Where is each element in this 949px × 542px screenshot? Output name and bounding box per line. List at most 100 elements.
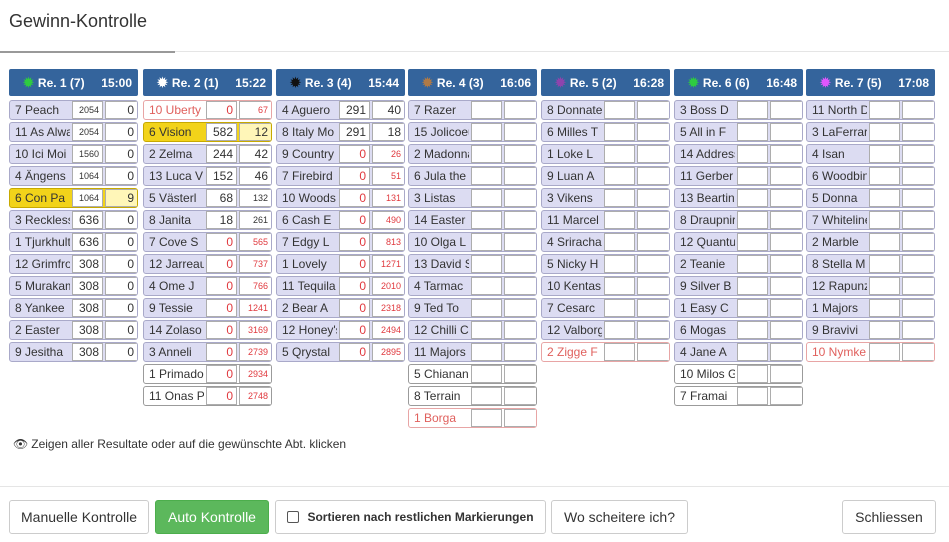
horse-row[interactable]: 8 Yankee 308 0 bbox=[9, 298, 138, 318]
horse-row[interactable]: 5 Chianandra bbox=[408, 364, 537, 384]
horse-row[interactable]: 6 Cash E 0 490 bbox=[276, 210, 405, 230]
horse-row[interactable]: 14 Address bbox=[674, 144, 803, 164]
horse-row[interactable]: 7 Cove S 0 565 bbox=[143, 232, 272, 252]
horse-row[interactable]: 4 Ome J 0 766 bbox=[143, 276, 272, 296]
horse-row[interactable]: 7 Razer bbox=[408, 100, 537, 120]
horse-row[interactable]: 3 Vikens bbox=[541, 188, 670, 208]
horse-row[interactable]: 3 Anneli 0 2739 bbox=[143, 342, 272, 362]
horse-row[interactable]: 8 Donnatella bbox=[541, 100, 670, 120]
horse-row[interactable]: 3 Boss D bbox=[674, 100, 803, 120]
horse-row[interactable]: 10 Uberty 0 67 bbox=[143, 100, 272, 120]
horse-row[interactable]: 8 Stella M bbox=[806, 254, 935, 274]
horse-row[interactable]: 13 Luca V 152 46 bbox=[143, 166, 272, 186]
horse-row[interactable]: 2 Madonna bbox=[408, 144, 537, 164]
horse-row[interactable]: 5 Donna bbox=[806, 188, 935, 208]
horse-row[interactable]: 14 Easter bbox=[408, 210, 537, 230]
horse-row[interactable]: 8 Janita 18 261 bbox=[143, 210, 272, 230]
horse-row[interactable]: 10 Nymke bbox=[806, 342, 935, 362]
horse-row[interactable]: 8 Terrain bbox=[408, 386, 537, 406]
horse-row[interactable]: 9 Bravivi bbox=[806, 320, 935, 340]
manual-control-button[interactable]: Manuelle Kontrolle bbox=[9, 500, 149, 534]
horse-row[interactable]: 2 Marble bbox=[806, 232, 935, 252]
horse-row[interactable]: 5 Nicky H bbox=[541, 254, 670, 274]
horse-row[interactable]: 12 Rapunzel bbox=[806, 276, 935, 296]
horse-row[interactable]: 1 Tjurkhult 636 0 bbox=[9, 232, 138, 252]
horse-row[interactable]: 11 Onas P 0 2748 bbox=[143, 386, 272, 406]
horse-row[interactable]: 10 Olga L bbox=[408, 232, 537, 252]
horse-row[interactable]: 9 Luan A bbox=[541, 166, 670, 186]
horse-row[interactable]: 9 Country 0 26 bbox=[276, 144, 405, 164]
horse-row[interactable]: 7 Firebird 0 51 bbox=[276, 166, 405, 186]
horse-row[interactable]: 12 Honey's 0 2494 bbox=[276, 320, 405, 340]
horse-row[interactable]: 5 Qrystal 0 2895 bbox=[276, 342, 405, 362]
horse-row[interactable]: 4 Jane A bbox=[674, 342, 803, 362]
race-header-3[interactable]: ✹ Re. 3 (4) 15:44 bbox=[276, 69, 405, 96]
horse-row[interactable]: 10 Woods 0 131 bbox=[276, 188, 405, 208]
horse-row[interactable]: 5 Murakami3080 bbox=[9, 276, 138, 296]
horse-row[interactable]: 10 Milos G bbox=[674, 364, 803, 384]
horse-row[interactable]: 2 Zigge F bbox=[541, 342, 670, 362]
auto-control-button[interactable]: Auto Kontrolle bbox=[155, 500, 269, 534]
horse-row[interactable]: 6 Vision 582 12 bbox=[143, 122, 272, 142]
horse-row[interactable]: 10 Ici Moi 1560 0 bbox=[9, 144, 138, 164]
horse-row[interactable]: 12 Valborg bbox=[541, 320, 670, 340]
sort-checkbox[interactable] bbox=[287, 511, 300, 523]
horse-row[interactable]: 10 Kentas bbox=[541, 276, 670, 296]
horse-row[interactable]: 14 Zolaso 0 3169 bbox=[143, 320, 272, 340]
horse-row[interactable]: 1 Easy C bbox=[674, 298, 803, 318]
race-header-4[interactable]: ✹ Re. 4 (3) 16:06 bbox=[408, 69, 537, 96]
horse-row[interactable]: 11 Gerber bbox=[674, 166, 803, 186]
horse-row[interactable]: 13 Beartin bbox=[674, 188, 803, 208]
horse-row[interactable]: 12 Quantum bbox=[674, 232, 803, 252]
horse-row[interactable]: 2 Teanie bbox=[674, 254, 803, 274]
horse-row[interactable]: 11 Tequila 0 2010 bbox=[276, 276, 405, 296]
horse-row[interactable]: 1 Primadonna02934 bbox=[143, 364, 272, 384]
horse-row[interactable]: 3 Listas bbox=[408, 188, 537, 208]
horse-row[interactable]: 9 Silver B bbox=[674, 276, 803, 296]
horse-row[interactable]: 11 Majors bbox=[408, 342, 537, 362]
race-header-2[interactable]: ✹ Re. 2 (1) 15:22 bbox=[143, 69, 272, 96]
horse-row[interactable]: 6 Mogas bbox=[674, 320, 803, 340]
where-fail-button[interactable]: Wo scheitere ich? bbox=[551, 500, 688, 534]
close-button[interactable]: Schliessen bbox=[842, 500, 936, 534]
horse-row[interactable]: 9 Ted To bbox=[408, 298, 537, 318]
horse-row[interactable]: 4 Sriracha bbox=[541, 232, 670, 252]
horse-row[interactable]: 11 As Always20540 bbox=[9, 122, 138, 142]
horse-row[interactable]: 11 North D bbox=[806, 100, 935, 120]
horse-row[interactable]: 11 Marcel bbox=[541, 210, 670, 230]
race-header-6[interactable]: ✹ Re. 6 (6) 16:48 bbox=[674, 69, 803, 96]
horse-row[interactable]: 4 Tarmac bbox=[408, 276, 537, 296]
horse-row[interactable]: 7 Edgy L 0 813 bbox=[276, 232, 405, 252]
horse-row[interactable]: 4 Isan bbox=[806, 144, 935, 164]
horse-row[interactable]: 5 Västerl 68 132 bbox=[143, 188, 272, 208]
horse-row[interactable]: 8 Draupnir bbox=[674, 210, 803, 230]
horse-row[interactable]: 2 Zelma 244 42 bbox=[143, 144, 272, 164]
horse-row[interactable]: 9 Jesitha 308 0 bbox=[9, 342, 138, 362]
horse-row[interactable]: 2 Bear A 0 2318 bbox=[276, 298, 405, 318]
horse-row[interactable]: 12 Chilli C bbox=[408, 320, 537, 340]
horse-row[interactable]: 12 Grimfrost3080 bbox=[9, 254, 138, 274]
horse-row[interactable]: 9 Tessie 0 1241 bbox=[143, 298, 272, 318]
horse-row[interactable]: 7 Whiteline bbox=[806, 210, 935, 230]
horse-row[interactable]: 4 Ängens 1064 0 bbox=[9, 166, 138, 186]
horse-row[interactable]: 12 Jarreau 0 737 bbox=[143, 254, 272, 274]
race-header-5[interactable]: ✹ Re. 5 (2) 16:28 bbox=[541, 69, 670, 96]
horse-row[interactable]: 6 Jula the bbox=[408, 166, 537, 186]
sort-toggle-button[interactable]: Sortieren nach restlichen Markierungen bbox=[275, 500, 546, 534]
horse-row[interactable]: 3 Reckless 636 0 bbox=[9, 210, 138, 230]
horse-row[interactable]: 3 LaFerrari bbox=[806, 122, 935, 142]
horse-row[interactable]: 13 David S bbox=[408, 254, 537, 274]
race-header-7[interactable]: ✹ Re. 7 (5) 17:08 bbox=[806, 69, 935, 96]
horse-row[interactable]: 1 Majors bbox=[806, 298, 935, 318]
horse-row[interactable]: 4 Aguero 291 40 bbox=[276, 100, 405, 120]
horse-row[interactable]: 7 Cesarc bbox=[541, 298, 670, 318]
horse-row[interactable]: 1 Loke L bbox=[541, 144, 670, 164]
horse-row[interactable]: 6 Woodbine bbox=[806, 166, 935, 186]
horse-row[interactable]: 2 Easter 308 0 bbox=[9, 320, 138, 340]
horse-row[interactable]: 1 Borga bbox=[408, 408, 537, 428]
horse-row[interactable]: 1 Lovely 0 1271 bbox=[276, 254, 405, 274]
horse-row[interactable]: 7 Framai bbox=[674, 386, 803, 406]
horse-row[interactable]: 7 Peach 2054 0 bbox=[9, 100, 138, 120]
horse-row[interactable]: 15 Jolicoeur bbox=[408, 122, 537, 142]
horse-row[interactable]: 5 All in F bbox=[674, 122, 803, 142]
